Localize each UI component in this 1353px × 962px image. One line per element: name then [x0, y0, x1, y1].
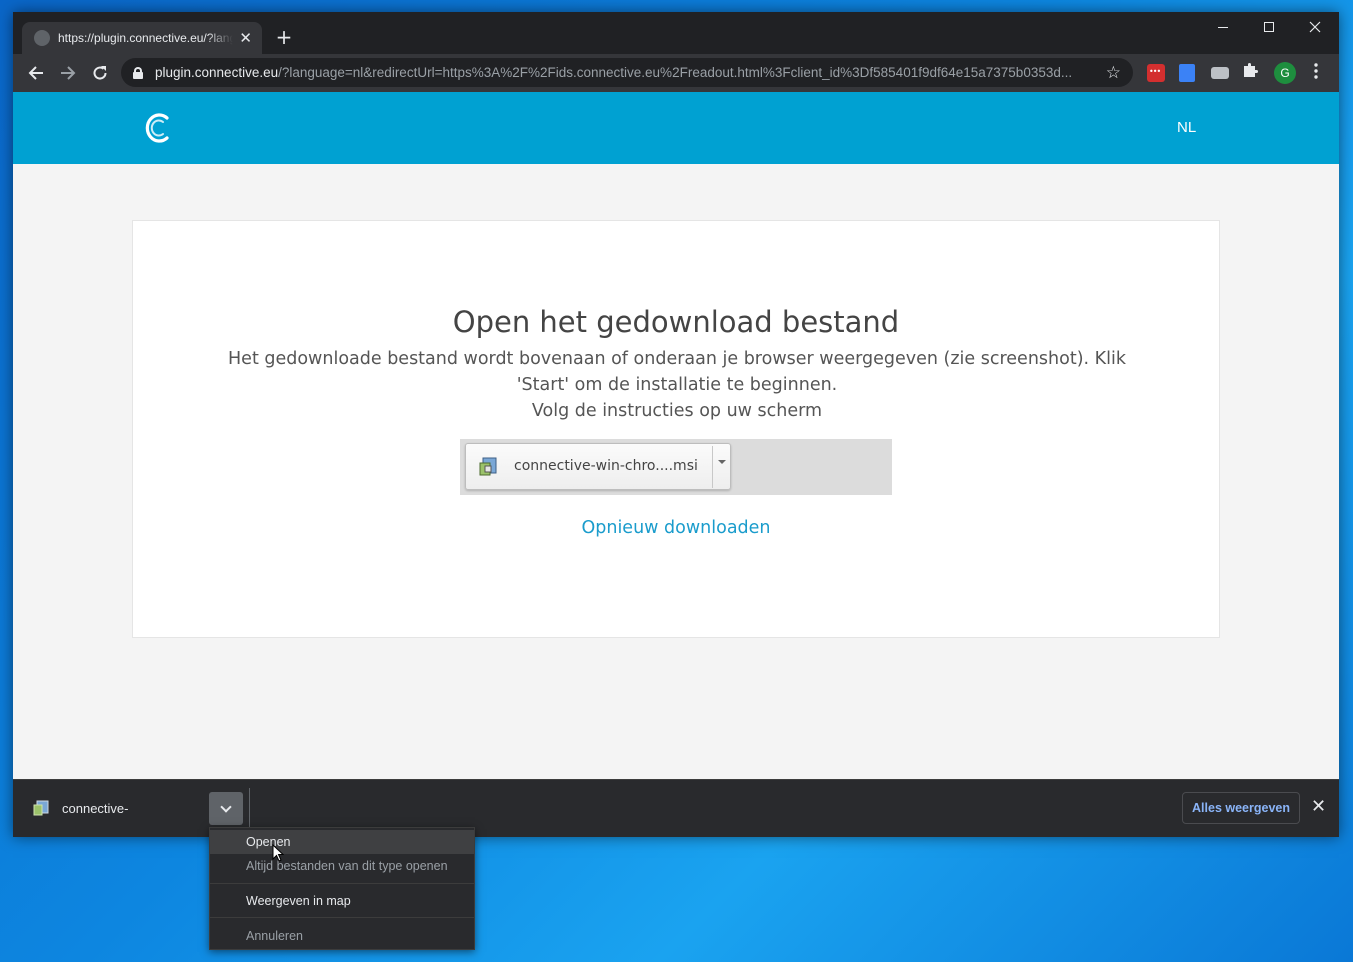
download-context-menu: Openen Altijd bestanden van dit type ope…	[209, 827, 475, 950]
web-page: NL Open het gedownload bestand Het gedow…	[13, 92, 1339, 779]
maximize-button[interactable]	[1246, 12, 1292, 42]
extension-card-icon[interactable]	[1211, 67, 1229, 79]
shelf-divider	[249, 788, 250, 828]
instruction-line-2: Volg de instructies op uw scherm	[531, 401, 823, 421]
mouse-cursor-icon	[272, 844, 284, 862]
reload-icon	[93, 66, 107, 80]
minimize-icon	[1218, 26, 1228, 28]
language-selector[interactable]: NL	[1177, 119, 1196, 136]
maximize-icon	[1264, 22, 1274, 32]
connective-logo-icon	[145, 113, 169, 143]
menu-divider	[210, 917, 474, 918]
back-button[interactable]	[24, 61, 48, 85]
extension-book-icon[interactable]	[1179, 64, 1195, 82]
redownload-link[interactable]: Opnieuw downloaden	[133, 518, 1219, 538]
tab-active[interactable]: https://plugin.connective.eu/?language=n…	[22, 22, 262, 54]
profile-avatar[interactable]: G	[1274, 62, 1296, 84]
connective-logo[interactable]	[141, 110, 173, 146]
show-all-downloads-button[interactable]: Alles weergeven	[1182, 792, 1300, 824]
download-item-menu-button[interactable]	[209, 792, 243, 825]
close-shelf-icon[interactable]: ✕	[1311, 797, 1326, 817]
lock-icon[interactable]	[133, 66, 143, 79]
url-host: plugin.connective.eu	[155, 65, 279, 80]
menu-item-cancel[interactable]: Annuleren	[210, 924, 474, 948]
tab-title: https://plugin.connective.eu/?language=n…	[58, 31, 234, 45]
menu-item-always-open[interactable]: Altijd bestanden van dit type openen	[210, 854, 474, 878]
extensions-puzzle-icon[interactable]	[1241, 61, 1259, 79]
download-chip-divider	[712, 446, 713, 488]
kebab-menu-icon	[1314, 63, 1318, 79]
arrow-left-icon	[28, 66, 43, 80]
arrow-right-icon	[61, 66, 76, 80]
bookmark-star-icon[interactable]: ☆	[1106, 63, 1121, 83]
instruction-text: Het gedownloade bestand wordt bovenaan o…	[203, 346, 1151, 424]
new-tab-button[interactable]: +	[272, 26, 296, 48]
download-chip-example: connective-win-chro....msi	[465, 443, 731, 490]
menu-item-open[interactable]: Openen	[210, 830, 474, 854]
site-header: NL	[13, 92, 1339, 164]
menu-divider	[210, 883, 474, 884]
installer-icon	[479, 457, 497, 476]
extension-red-icon[interactable]	[1147, 64, 1165, 82]
tab-strip: https://plugin.connective.eu/?language=n…	[13, 12, 1339, 54]
close-icon	[1309, 21, 1321, 33]
globe-icon	[34, 30, 50, 46]
url-path: /?language=nl&redirectUrl=https%3A%2F%2F…	[278, 65, 1073, 80]
download-screenshot: connective-win-chro....msi	[460, 439, 892, 495]
url-text[interactable]: plugin.connective.eu/?language=nl&redire…	[155, 65, 1098, 80]
download-chip-filename: connective-win-chro....msi	[514, 458, 698, 474]
download-item-name[interactable]: connective-	[62, 801, 128, 816]
browser-menu-button[interactable]	[1309, 63, 1323, 79]
forward-button[interactable]	[56, 61, 80, 85]
puzzle-icon	[1244, 63, 1258, 77]
caret-down-icon	[718, 460, 726, 464]
instruction-line-1: Het gedownloade bestand wordt bovenaan o…	[228, 349, 1126, 395]
browser-toolbar: plugin.connective.eu/?language=nl&redire…	[13, 54, 1339, 92]
menu-item-show-in-folder[interactable]: Weergeven in map	[210, 889, 474, 913]
browser-window: https://plugin.connective.eu/?language=n…	[13, 12, 1339, 837]
close-window-button[interactable]	[1292, 12, 1338, 42]
minimize-button[interactable]	[1200, 12, 1246, 42]
reload-button[interactable]	[88, 61, 112, 85]
instruction-card: Open het gedownload bestand Het gedownlo…	[132, 220, 1220, 638]
page-title: Open het gedownload bestand	[452, 305, 900, 339]
address-bar[interactable]: plugin.connective.eu/?language=nl&redire…	[121, 58, 1133, 87]
installer-icon	[33, 800, 49, 816]
chevron-down-icon	[220, 800, 232, 813]
tab-close-icon[interactable]: ✕	[239, 30, 252, 46]
